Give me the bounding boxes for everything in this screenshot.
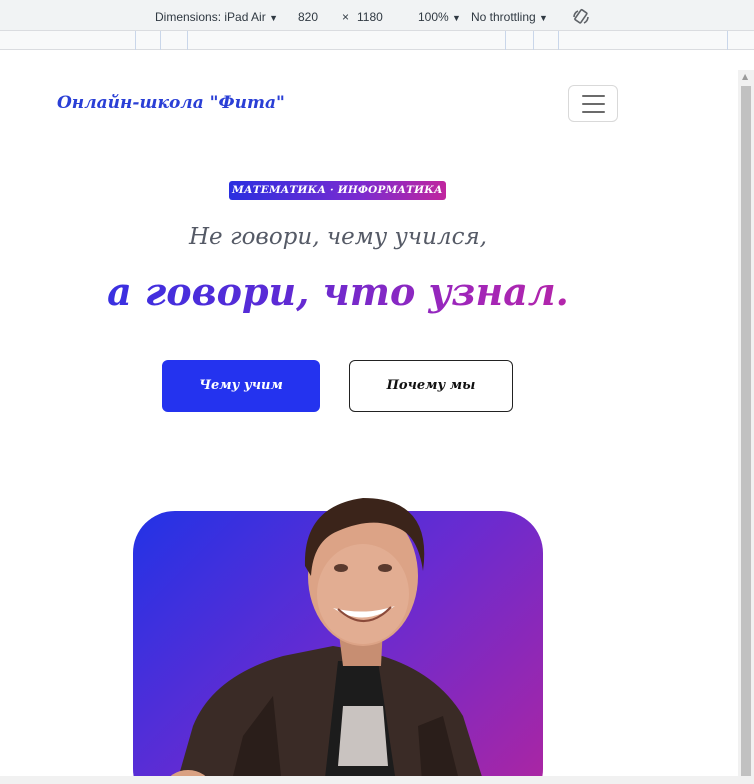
devtools-device-toolbar: Dimensions: iPad Air ▼ 820 × 1180 100% ▼… xyxy=(0,0,754,31)
horizontal-scrollbar[interactable] xyxy=(0,776,754,784)
zoom-label: 100% xyxy=(418,10,449,24)
caret-down-icon: ▼ xyxy=(452,13,461,23)
caret-down-icon: ▼ xyxy=(269,13,278,23)
height-input[interactable]: 1180 xyxy=(357,10,383,24)
scrollbar-thumb[interactable] xyxy=(741,86,751,776)
throttling-dropdown[interactable]: No throttling ▼ xyxy=(471,10,548,24)
what-we-teach-button[interactable]: Чему учим xyxy=(162,360,320,412)
throttling-label: No throttling xyxy=(471,10,536,24)
site-logo[interactable]: Онлайн-школа "Фита" xyxy=(57,93,285,113)
page-viewport: Онлайн-школа "Фита" МАТЕМАТИКА · ИНФОРМА… xyxy=(0,51,738,776)
hero-subtitle: Не говори, чему учился, xyxy=(188,224,487,250)
dimensions-dropdown[interactable]: Dimensions: iPad Air ▼ xyxy=(155,10,278,24)
scroll-up-icon[interactable]: ▲ xyxy=(742,72,748,81)
media-query-ruler[interactable] xyxy=(0,31,754,50)
menu-toggle-button[interactable] xyxy=(568,85,618,122)
portrait-photo xyxy=(170,498,482,776)
width-input[interactable]: 820 xyxy=(298,10,318,24)
rotate-icon[interactable] xyxy=(572,8,590,26)
dimensions-label: Dimensions: iPad Air xyxy=(155,10,266,24)
times-sign: × xyxy=(342,10,350,24)
zoom-dropdown[interactable]: 100% ▼ xyxy=(418,10,461,24)
hero-title: а говори, что узнал. xyxy=(0,269,676,314)
why-us-button[interactable]: Почему мы xyxy=(349,360,513,412)
vertical-scrollbar[interactable]: ▲ xyxy=(738,70,754,784)
subjects-badge: МАТЕМАТИКА · ИНФОРМАТИКА xyxy=(229,181,446,200)
caret-down-icon: ▼ xyxy=(539,13,548,23)
